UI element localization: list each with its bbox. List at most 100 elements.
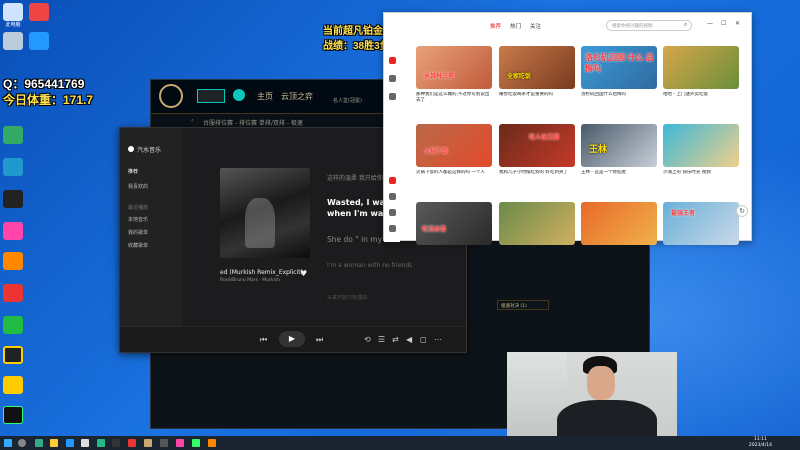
taskbar-app-icon[interactable] xyxy=(160,439,168,447)
music-sidebar-item[interactable]: 收藏歌单 xyxy=(128,242,148,249)
app-icon[interactable] xyxy=(3,222,23,240)
video-thumbnail[interactable]: 洛杉矶回国 什么 后悔吗 xyxy=(581,46,657,89)
app-icon[interactable] xyxy=(3,376,23,394)
video-title[interactable]: 沙滩上的 快乐时光 视频 xyxy=(663,170,739,176)
taskbar-app-icon[interactable] xyxy=(176,439,184,447)
app-icon[interactable] xyxy=(29,32,49,50)
shuffle-icon[interactable]: ⇄ xyxy=(392,335,399,344)
lol-select[interactable]: 极速对决 (1) xyxy=(497,300,549,310)
video-title[interactable]: 洛杉矶回国什么后悔吗 xyxy=(581,92,657,98)
recycle-bin-icon[interactable] xyxy=(3,32,23,50)
video-thumbnail[interactable]: 王林 xyxy=(581,124,657,167)
video-title[interactable]: 王林 - 这是一个修仙者 xyxy=(581,170,657,176)
video-caption: 全家吃饭 xyxy=(507,74,532,80)
app-icon[interactable] xyxy=(3,190,23,208)
taskbar-app-icon[interactable] xyxy=(66,439,74,447)
video-thumbnail[interactable] xyxy=(581,202,657,245)
maximize-button[interactable]: ☐ xyxy=(721,20,726,27)
browser-top-bar: 推荐 热门 关注 搜索你感兴趣的视频 ⌕ — ☐ ✕ xyxy=(384,13,751,39)
taskbar-app-icon[interactable] xyxy=(128,439,136,447)
tab-recommend[interactable]: 推荐 xyxy=(490,22,501,30)
taskbar-app-icon[interactable] xyxy=(112,439,120,447)
globe-icon[interactable] xyxy=(233,89,245,101)
taskbar-app-icon[interactable] xyxy=(35,439,43,447)
like-heart-icon[interactable]: ♥ xyxy=(300,269,307,278)
search-icon[interactable] xyxy=(18,439,26,447)
song-title: ed (Murkish Remix_Explicit) xyxy=(220,269,303,276)
app-icon[interactable] xyxy=(3,316,23,334)
video-title[interactable]: 火锅下饭的人都是这样的吗 一个人 xyxy=(416,170,492,176)
upload-icon[interactable] xyxy=(389,193,396,200)
live-icon[interactable] xyxy=(389,177,396,184)
computer-icon[interactable] xyxy=(3,3,23,21)
video-title[interactable]: 那种我们是这么做的,不过你可别说出去了 xyxy=(416,92,492,103)
play-button[interactable]: ▶ xyxy=(279,331,305,347)
taskbar-app-icon[interactable] xyxy=(144,439,152,447)
video-thumbnail[interactable]: 火锅下饭 xyxy=(416,124,492,167)
taskbar-app-icon[interactable] xyxy=(208,439,216,447)
next-button[interactable]: ⏭ xyxy=(316,335,323,345)
loop-icon[interactable]: ⟲ xyxy=(364,335,371,344)
video-thumbnail[interactable]: 吃人在江湖 xyxy=(499,124,575,167)
app-icon[interactable] xyxy=(3,158,23,176)
app-icon[interactable] xyxy=(3,346,23,364)
follow-icon[interactable] xyxy=(389,93,396,100)
video-title[interactable]: 我和儿子小时候吃到的 好吃到哭了 xyxy=(499,170,575,176)
video-browser-window[interactable]: 推荐 热门 关注 搜索你感兴趣的视频 ⌕ — ☐ ✕ 米其林三星 那种我们是这么… xyxy=(383,12,752,245)
refresh-button[interactable]: ↻ xyxy=(736,205,748,217)
video-thumbnail[interactable]: 全家吃饭 xyxy=(499,46,575,89)
tab-follow[interactable]: 关注 xyxy=(530,22,541,30)
video-thumbnail[interactable]: 米其林三星 xyxy=(416,46,492,89)
tab-hot[interactable]: 热门 xyxy=(510,22,521,30)
app-icon[interactable] xyxy=(3,126,23,144)
music-logo-icon xyxy=(128,146,134,152)
comment-icon[interactable]: ◻ xyxy=(420,335,427,344)
video-title[interactable]: 哈哈 - 上门送外卖吃饭 xyxy=(663,92,739,98)
weight-overlay: 今日体重：171.7 xyxy=(3,93,94,107)
album-figures xyxy=(245,198,275,248)
search-icon[interactable]: ⌕ xyxy=(684,21,687,29)
video-caption: 洛杉矶回国 什么 后悔吗 xyxy=(585,53,654,73)
taskbar-app-icon[interactable] xyxy=(97,439,105,447)
clock-date: 2023/4/14 xyxy=(748,443,772,448)
music-sidebar-item[interactable]: 我的歌单 xyxy=(128,229,148,236)
profile-icon[interactable] xyxy=(389,225,396,232)
taskbar-app-icon[interactable] xyxy=(81,439,89,447)
discover-icon[interactable] xyxy=(389,75,396,82)
video-thumbnail[interactable] xyxy=(663,124,739,167)
app-icon[interactable] xyxy=(3,406,23,424)
taskbar-app-icon[interactable] xyxy=(192,439,200,447)
lol-mode-tab[interactable]: 台服排位赛 - 排位赛 单排/双排 - 极速 xyxy=(203,118,303,127)
webcam-feed xyxy=(507,352,677,448)
start-icon[interactable] xyxy=(4,439,12,447)
volume-icon[interactable]: ◀ xyxy=(406,335,412,344)
lol-nav-tft[interactable]: 云顶之弈 xyxy=(281,91,313,102)
more-icon[interactable]: ⋯ xyxy=(434,335,442,344)
lol-queue-label: 名人堂(冠冕) xyxy=(333,98,362,104)
minimize-button[interactable]: — xyxy=(707,20,713,27)
home-icon[interactable] xyxy=(389,57,396,64)
app-icon[interactable] xyxy=(3,252,23,270)
taskbar-app-icon[interactable] xyxy=(50,439,58,447)
message-icon[interactable] xyxy=(389,209,396,216)
video-thumbnail[interactable]: 最强王者 xyxy=(663,202,739,245)
list-icon[interactable]: ☰ xyxy=(378,335,385,344)
music-sidebar-item[interactable]: 本地音乐 xyxy=(128,216,148,223)
app-icon[interactable] xyxy=(29,3,49,21)
prev-button[interactable]: ⏮ xyxy=(260,335,267,345)
music-sidebar-item[interactable]: 推荐 xyxy=(128,168,138,175)
video-thumbnail[interactable] xyxy=(499,202,575,245)
lol-play-button[interactable] xyxy=(197,89,225,103)
music-sidebar-item[interactable]: 我喜欢的 xyxy=(128,183,148,190)
video-thumbnail[interactable]: 吃货必看 xyxy=(416,202,492,245)
back-icon[interactable]: ‹ xyxy=(191,117,193,124)
lol-nav-home[interactable]: 主页 xyxy=(257,91,273,102)
music-sidebar-item[interactable]: 最近播放 xyxy=(128,204,148,211)
app-icon[interactable] xyxy=(3,284,23,302)
qq-overlay: Q：965441769 xyxy=(3,77,85,91)
video-title[interactable]: 睡觉吃饭喝茶才是重要的吗 xyxy=(499,92,575,98)
video-thumbnail[interactable] xyxy=(663,46,739,89)
search-input[interactable]: 搜索你感兴趣的视频 xyxy=(606,20,692,31)
close-button[interactable]: ✕ xyxy=(735,20,740,27)
taskbar-clock[interactable]: 11:11 2023/4/14 xyxy=(749,437,772,449)
